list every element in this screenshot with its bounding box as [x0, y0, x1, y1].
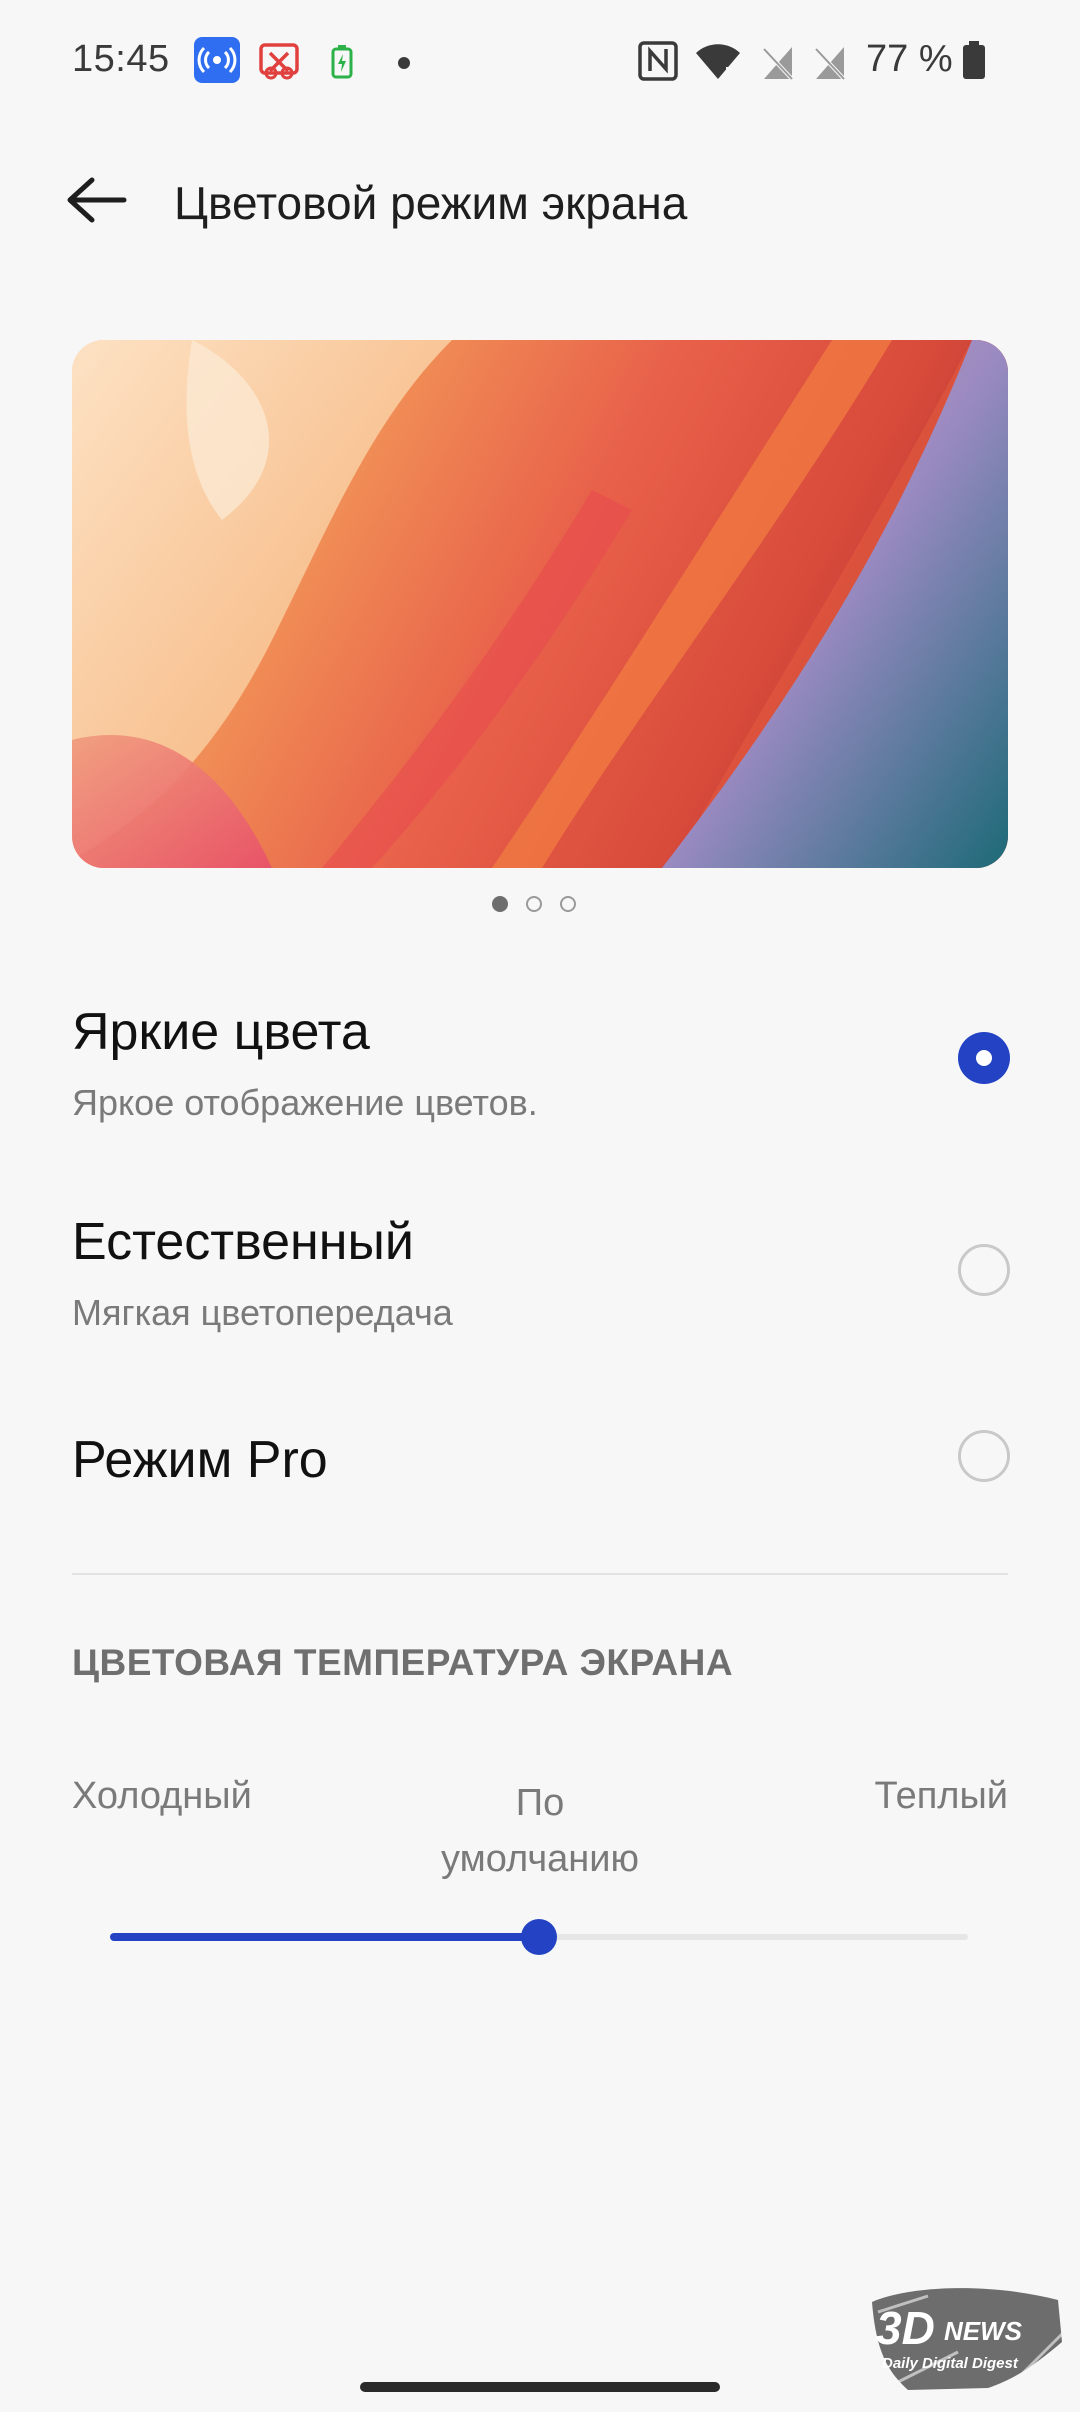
nfc-icon: [638, 41, 678, 81]
screen-record-icon: [259, 43, 299, 80]
svg-text:3D: 3D: [876, 2302, 935, 2354]
option-subtitle: Мягкая цветопередача: [72, 1292, 453, 1333]
temp-label-warm: Теплый: [874, 1775, 1008, 1817]
svg-text:NEWS: NEWS: [944, 2316, 1023, 2346]
page-dot[interactable]: [492, 896, 508, 912]
color-preview-image[interactable]: [72, 340, 1008, 868]
temp-label-cold: Холодный: [72, 1775, 252, 1817]
option-title: Естественный: [72, 1213, 414, 1271]
3dnews-watermark-logo: 3D NEWS Daily Digital Digest: [872, 2288, 1066, 2390]
radio-unselected[interactable]: [958, 1430, 1010, 1482]
temp-label-default-line2: умолчанию: [441, 1838, 639, 1880]
dot-icon: [398, 57, 410, 69]
option-title: Яркие цвета: [72, 1003, 370, 1061]
radio-selected[interactable]: [958, 1032, 1010, 1084]
page-dot[interactable]: [560, 896, 576, 912]
preview-wallpaper: [72, 340, 1008, 868]
radio-unselected[interactable]: [958, 1244, 1010, 1296]
preview-page-indicator: [492, 896, 576, 912]
temperature-slider-fill: [110, 1933, 539, 1941]
no-sim-icon: [762, 47, 794, 81]
status-time: 15:45: [72, 38, 170, 80]
page-dot[interactable]: [526, 896, 542, 912]
temperature-slider-thumb[interactable]: [521, 1919, 557, 1955]
temp-label-default-line1: По: [515, 1782, 565, 1824]
back-arrow-icon[interactable]: [64, 172, 128, 228]
page-title: Цветовой режим экрана: [174, 177, 688, 229]
option-natural[interactable]: Естественный Мягкая цветопередача: [0, 1200, 1080, 1350]
option-subtitle: Яркое отображение цветов.: [72, 1082, 538, 1123]
hotspot-icon: [194, 37, 240, 83]
wifi-icon: [696, 44, 740, 79]
option-vivid[interactable]: Яркие цвета Яркое отображение цветов.: [0, 990, 1080, 1140]
svg-text:Daily Digital Digest: Daily Digital Digest: [882, 2355, 1019, 2372]
battery-icon: [963, 41, 985, 79]
battery-percent: 77 %: [866, 38, 953, 80]
divider: [72, 1573, 1008, 1575]
option-pro[interactable]: Режим Pro: [0, 1418, 1080, 1518]
section-header: ЦВЕТОВАЯ ТЕМПЕРАТУРА ЭКРАНА: [72, 1642, 734, 1683]
no-sim-icon: [814, 47, 846, 81]
option-title: Режим Pro: [72, 1431, 328, 1489]
temp-label-default: По умолчанию: [390, 1775, 690, 1887]
battery-saver-icon: [331, 45, 353, 79]
home-indicator[interactable]: [360, 2382, 720, 2392]
